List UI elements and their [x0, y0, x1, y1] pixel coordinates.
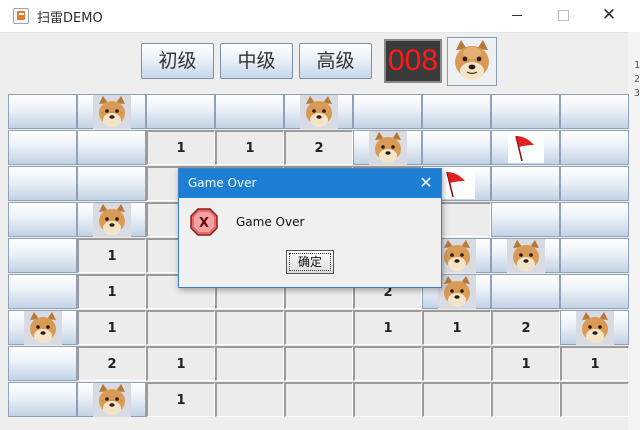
mine-cell[interactable]: [353, 130, 422, 165]
covered-cell[interactable]: [215, 94, 284, 129]
flag-icon: [507, 132, 544, 163]
revealed-empty-cell[interactable]: [491, 382, 560, 417]
mine-cell[interactable]: [284, 94, 353, 129]
mine-cell[interactable]: [77, 202, 146, 237]
covered-cell[interactable]: [560, 94, 629, 129]
revealed-number-cell[interactable]: 1: [146, 382, 215, 417]
background-window-strip: 1 2 3: [628, 32, 640, 430]
revealed-number-cell[interactable]: 1: [215, 130, 284, 165]
minimize-button[interactable]: [494, 0, 540, 32]
covered-cell[interactable]: [491, 94, 560, 129]
revealed-number-cell[interactable]: 2: [77, 346, 146, 381]
revealed-empty-cell[interactable]: [146, 310, 215, 345]
mine-counter: 008: [384, 39, 442, 83]
covered-cell[interactable]: [77, 130, 146, 165]
doge-mine-icon: [437, 274, 476, 309]
mine-cell[interactable]: [560, 310, 629, 345]
covered-cell[interactable]: [353, 94, 422, 129]
covered-cell[interactable]: [560, 238, 629, 273]
revealed-empty-cell[interactable]: [215, 310, 284, 345]
doge-face-icon: [448, 38, 496, 85]
dialog-message: Game Over: [236, 215, 305, 229]
revealed-number-cell[interactable]: 1: [560, 346, 629, 381]
mine-cell[interactable]: [77, 382, 146, 417]
revealed-number-cell[interactable]: 1: [77, 238, 146, 273]
revealed-number-cell[interactable]: 1: [491, 346, 560, 381]
doge-mine-icon: [575, 310, 614, 345]
doge-mine-icon: [23, 310, 62, 345]
doge-mine-icon: [368, 130, 407, 165]
covered-cell[interactable]: [491, 166, 560, 201]
ok-button[interactable]: 确定: [286, 250, 334, 274]
revealed-number-cell[interactable]: 1: [146, 346, 215, 381]
revealed-empty-cell[interactable]: [422, 382, 491, 417]
revealed-number-cell[interactable]: 1: [422, 310, 491, 345]
covered-cell[interactable]: [491, 202, 560, 237]
flagged-cell[interactable]: [491, 130, 560, 165]
covered-cell[interactable]: [8, 382, 77, 417]
maximize-button[interactable]: [540, 0, 586, 32]
revealed-number-cell[interactable]: 1: [77, 310, 146, 345]
game-over-dialog: Game Over ✕ X Game Over 确定: [178, 168, 442, 288]
revealed-empty-cell[interactable]: [284, 310, 353, 345]
dialog-close-button[interactable]: ✕: [415, 171, 437, 195]
doge-mine-icon: [92, 382, 131, 417]
intermediate-level-button[interactable]: 中级: [220, 43, 293, 79]
side-fragment: 1: [634, 60, 640, 71]
window-titlebar: 扫雷DEMO ✕: [0, 0, 640, 33]
covered-cell[interactable]: [8, 202, 77, 237]
dialog-title: Game Over: [188, 176, 257, 190]
doge-mine-icon: [299, 94, 338, 129]
covered-cell[interactable]: [146, 94, 215, 129]
revealed-number-cell[interactable]: 1: [146, 130, 215, 165]
covered-cell[interactable]: [491, 274, 560, 309]
covered-cell[interactable]: [8, 130, 77, 165]
mine-cell[interactable]: [77, 94, 146, 129]
revealed-empty-cell[interactable]: [284, 346, 353, 381]
beginner-level-button[interactable]: 初级: [141, 43, 214, 79]
doge-mine-icon: [437, 238, 476, 273]
covered-cell[interactable]: [560, 130, 629, 165]
revealed-number-cell[interactable]: 1: [353, 310, 422, 345]
covered-cell[interactable]: [422, 130, 491, 165]
revealed-empty-cell[interactable]: [284, 382, 353, 417]
window-title: 扫雷DEMO: [37, 11, 103, 26]
mine-cell[interactable]: [491, 238, 560, 273]
doge-mine-icon: [92, 202, 131, 237]
expert-level-button[interactable]: 高级: [299, 43, 372, 79]
covered-cell[interactable]: [8, 94, 77, 129]
covered-cell[interactable]: [8, 238, 77, 273]
covered-cell[interactable]: [8, 346, 77, 381]
svg-text:X: X: [199, 216, 209, 231]
java-app-icon: [13, 8, 29, 24]
covered-cell[interactable]: [560, 166, 629, 201]
restart-face-button[interactable]: [447, 37, 497, 86]
revealed-empty-cell[interactable]: [215, 382, 284, 417]
revealed-empty-cell[interactable]: [353, 382, 422, 417]
covered-cell[interactable]: [422, 94, 491, 129]
revealed-number-cell[interactable]: 2: [284, 130, 353, 165]
covered-cell[interactable]: [560, 274, 629, 309]
doge-mine-icon: [92, 94, 131, 129]
revealed-number-cell[interactable]: 2: [491, 310, 560, 345]
mine-cell[interactable]: [8, 310, 77, 345]
revealed-empty-cell[interactable]: [422, 346, 491, 381]
covered-cell[interactable]: [560, 202, 629, 237]
flag-icon: [438, 168, 475, 199]
window-close-button[interactable]: ✕: [586, 0, 632, 32]
revealed-number-cell[interactable]: 1: [77, 274, 146, 309]
doge-mine-icon: [506, 238, 545, 273]
covered-cell[interactable]: [8, 274, 77, 309]
dialog-titlebar: Game Over ✕: [179, 169, 441, 198]
revealed-empty-cell[interactable]: [353, 346, 422, 381]
side-fragment: 3: [634, 88, 640, 99]
revealed-empty-cell[interactable]: [560, 382, 629, 417]
covered-cell[interactable]: [8, 166, 77, 201]
covered-cell[interactable]: [77, 166, 146, 201]
side-fragment: 2: [634, 74, 640, 85]
error-icon: X: [190, 208, 218, 236]
revealed-empty-cell[interactable]: [215, 346, 284, 381]
